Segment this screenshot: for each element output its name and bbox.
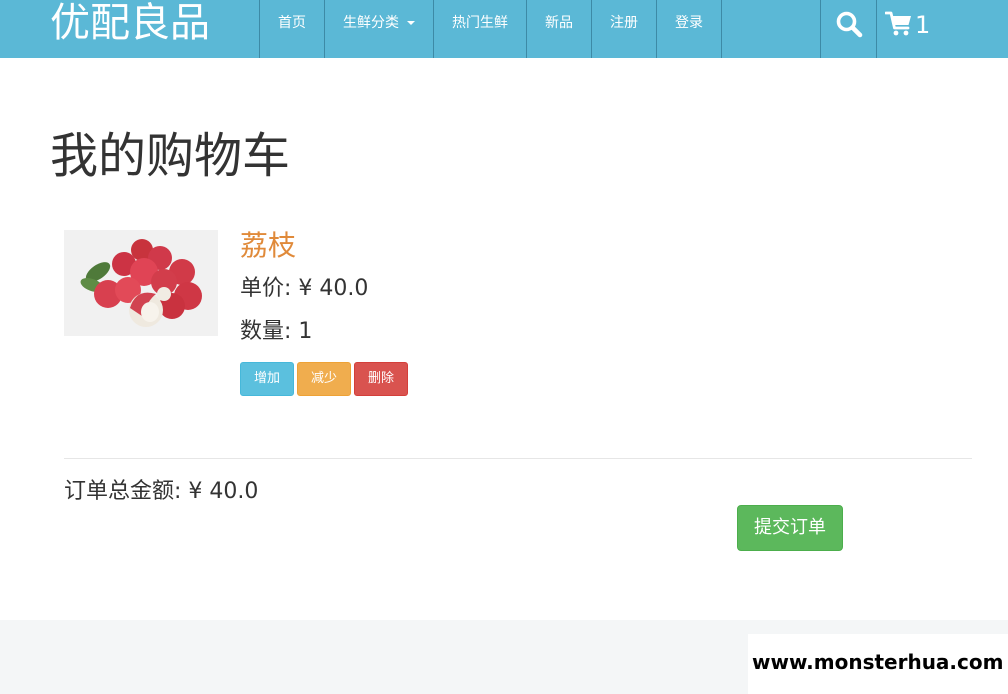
- product-name[interactable]: 荔枝: [240, 230, 640, 262]
- nav-hot[interactable]: 热门生鲜: [433, 0, 526, 58]
- item-info: 荔枝 单价: ¥ 40.0 数量: 1 增加 减少 删除: [240, 230, 640, 396]
- caret-down-icon: [407, 21, 415, 25]
- order-total: 订单总金额: ¥ 40.0: [64, 479, 259, 504]
- navbar: 优配良品 首页 生鲜分类 热门生鲜 新品 注册 登录 1: [0, 0, 1008, 58]
- nav-home[interactable]: 首页: [259, 0, 324, 58]
- delete-button[interactable]: 删除: [354, 362, 408, 396]
- item-actions: 增加 减少 删除: [240, 362, 408, 396]
- cart-icon: [885, 11, 911, 36]
- nav-category-dropdown[interactable]: 生鲜分类: [324, 0, 433, 58]
- lychee-image: [80, 239, 202, 327]
- nav-new-label: 新品: [545, 15, 573, 31]
- page-title: 我的购物车: [50, 128, 291, 184]
- nav-register[interactable]: 注册: [591, 0, 656, 58]
- nav-category-label: 生鲜分类: [343, 15, 399, 31]
- nav-login[interactable]: 登录: [656, 0, 722, 58]
- increase-button[interactable]: 增加: [240, 362, 294, 396]
- nav-hot-label: 热门生鲜: [452, 15, 508, 31]
- product-image[interactable]: [64, 230, 218, 336]
- search-icon: [836, 11, 862, 38]
- nav-tools: 1: [820, 0, 936, 58]
- nav-new[interactable]: 新品: [526, 0, 591, 58]
- nav-register-label: 注册: [610, 15, 638, 31]
- divider: [64, 458, 972, 459]
- watermark-text: www.monsterhua.com: [752, 650, 1004, 674]
- cart-count-badge: 1: [915, 11, 931, 39]
- nav-home-label: 首页: [278, 15, 306, 31]
- main-nav: 首页 生鲜分类 热门生鲜 新品 注册 登录: [259, 0, 722, 58]
- nav-login-label: 登录: [675, 15, 703, 31]
- brand-logo[interactable]: 优配良品: [50, 0, 210, 46]
- decrease-button[interactable]: 减少: [297, 362, 351, 396]
- item-quantity: 数量: 1: [240, 319, 313, 344]
- unit-price: 单价: ¥ 40.0: [240, 276, 369, 301]
- search-button[interactable]: [820, 0, 876, 58]
- watermark: www.monsterhua.com: [748, 634, 1008, 694]
- submit-order-button[interactable]: 提交订单: [737, 505, 843, 551]
- cart-button[interactable]: 1: [876, 0, 936, 58]
